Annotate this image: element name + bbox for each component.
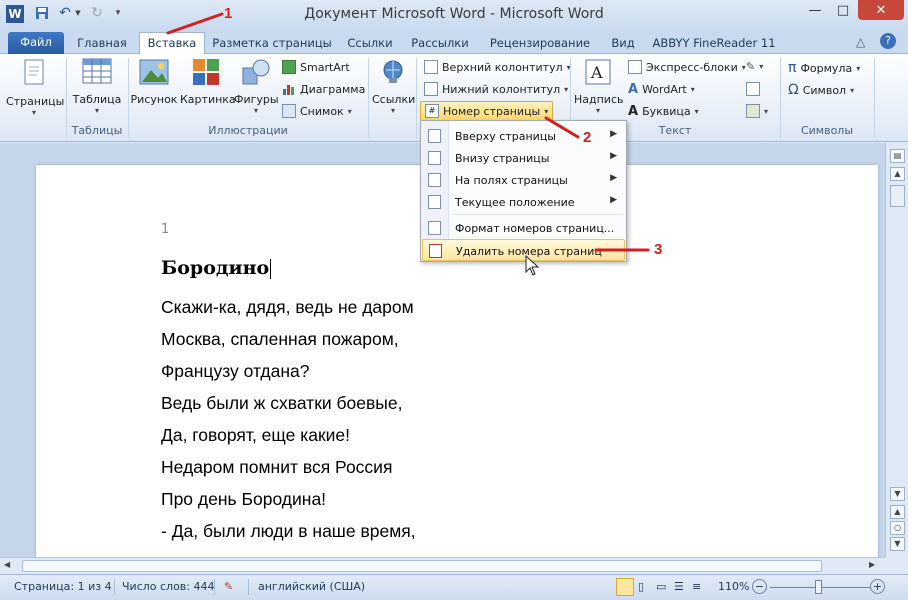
annotation-layer	[166, 12, 650, 276]
annotation-arrow-2	[544, 116, 580, 139]
annotation-number-2: 2	[583, 129, 592, 146]
mouse-pointer-icon	[525, 254, 540, 276]
annotation-number-1: 1	[224, 5, 233, 22]
annotation-number-3: 3	[654, 241, 663, 258]
annotation-arrow-1	[166, 12, 224, 35]
